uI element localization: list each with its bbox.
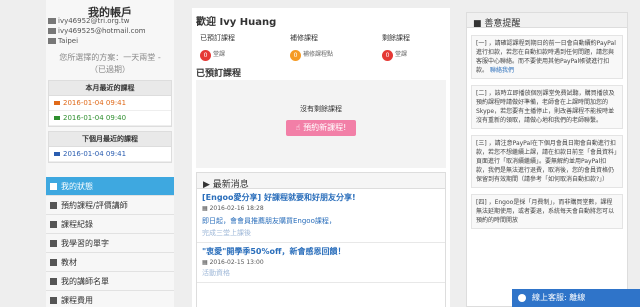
count-badge: 0 [382, 50, 393, 61]
tips-panel: ■ 善意提醒 [一] ，請確認課程到期日的前一日會自動續約PayPal進行扣款，… [466, 12, 628, 307]
news-body: 活動資格 [202, 269, 230, 277]
recent-course-item[interactable]: 2016-01-04 09:41 [49, 96, 171, 111]
stat-makeup: 補修課程 0 補修課程點 [290, 34, 334, 61]
info-icon: ■ [473, 19, 485, 29]
next-courses-header: 下個月最近的課程 [49, 132, 171, 147]
tip-card: [三] ，請注意PayPal在下個月會員日期會自動進行扣款，若您不想繼續上課，請… [471, 135, 623, 188]
home-icon [50, 183, 57, 190]
news-date: ▦ 2016-02-15 13:00 [202, 259, 264, 266]
tag-icon [54, 116, 60, 120]
live-chat-bar[interactable]: 線上客服: 離線 [512, 289, 640, 307]
nav-book-lessons[interactable]: 預約課程/評價講師 [46, 196, 174, 215]
email-primary: ivy46952@tri.org.tw [46, 16, 174, 26]
sidebar-nav: 我的狀態 預約課程/評價講師 課程紀錄 我學習的單字 教材 我的講師名單 課程費… [46, 177, 174, 307]
plan-status: 您所選擇的方案：一天兩堂 - （已過期） [59, 53, 161, 74]
location: Taipei [46, 36, 174, 46]
list-icon [50, 221, 57, 228]
nav-my-words[interactable]: 我學習的單字 [46, 234, 174, 253]
cart-icon [50, 297, 57, 304]
tag-icon [54, 152, 60, 156]
account-title: 我的帳戶 [88, 6, 132, 19]
booked-empty-box: 沒有剩餘課程 ☝ 預約新課程! [196, 80, 446, 168]
news-body: 即日起，會會員推薦朋友購買Engoo課程， [202, 217, 336, 225]
nav-fees[interactable]: 課程費用 [46, 291, 174, 307]
thumbs-up-icon: ☝ [295, 123, 304, 132]
news-header: ▶ 最新消息 [197, 173, 445, 190]
tip-card: [一] ，請確認課程到期日的前一日會自動續約PayPal進行扣款，若您在自動扣款… [471, 35, 623, 79]
location-icon [48, 38, 56, 44]
news-title-link[interactable]: [Engoo愛分享] 好課程就要和好朋友分享! [202, 192, 440, 203]
graduation-icon [50, 240, 57, 247]
megaphone-icon: ▶ [203, 180, 213, 190]
recent-course-item[interactable]: 2016-01-04 09:40 [49, 111, 171, 126]
news-date: ▦ 2016-02-16 18:28 [202, 205, 264, 212]
mail-icon [48, 28, 56, 34]
news-item: [Engoo愛分享] 好課程就要和好朋友分享! ▦ 2016-02-16 18:… [197, 189, 445, 243]
tips-header: ■ 善意提醒 [467, 13, 627, 29]
no-booking-text: 沒有剩餘課程 [300, 105, 342, 113]
recent-courses-header: 本月最近的課程 [49, 81, 171, 96]
count-badge: 0 [200, 50, 211, 61]
mail-icon [48, 18, 56, 24]
chat-status-icon [518, 294, 526, 302]
nav-lesson-history[interactable]: 課程紀錄 [46, 215, 174, 234]
nav-my-status[interactable]: 我的狀態 [46, 177, 174, 196]
users-icon [50, 278, 57, 285]
main-panel: 歡迎 Ivy Huang 已預訂課程 0 堂課 補修課程 0 補修課程點 剩餘課程 … [192, 8, 450, 307]
email-secondary: ivy469525@hotmail.com [46, 26, 174, 36]
news-panel: ▶ 最新消息 [Engoo愛分享] 好課程就要和好朋友分享! ▦ 2016-02… [196, 172, 446, 307]
tag-icon [54, 101, 60, 105]
nav-materials[interactable]: 教材 [46, 253, 174, 272]
tips-body: [一] ，請確認課程到期日的前一日會自動續約PayPal進行扣款，若您在自動扣款… [471, 35, 623, 305]
calendar-icon: ▦ [202, 205, 210, 212]
tip-card: [二] ，該時立即播放個別課堂免費試聽，購買播放及預約課程時請做好準備，老師會在… [471, 85, 623, 129]
count-badge: 0 [290, 50, 301, 61]
stat-remaining: 剩餘課程 0 堂課 [382, 34, 410, 61]
sidebar: 我的帳戶 ivy46952@tri.org.tw ivy469525@hotma… [46, 0, 174, 307]
tip-card: [四] ，Engoo是採「月費制」，而非購買堂數，課程無法延期使用，或者要退，系… [471, 194, 623, 229]
page: 我的帳戶 ivy46952@tri.org.tw ivy469525@hotma… [0, 0, 640, 307]
stat-booked: 已預訂課程 0 堂課 [200, 34, 235, 61]
check-icon [50, 202, 57, 209]
recent-courses-box: 本月最近的課程 2016-01-04 09:41 2016-01-04 09:4… [48, 80, 172, 127]
nav-my-tutors[interactable]: 我的講師名單 [46, 272, 174, 291]
book-new-lesson-button[interactable]: ☝ 預約新課程! [286, 120, 356, 136]
news-body-cont: 完成三堂上課後 [202, 229, 251, 237]
news-title-link[interactable]: "衷愛"開學季50%off，新會感恩回饋！ [202, 246, 440, 257]
news-item: "衷愛"開學季50%off，新會感恩回饋！ ▦ 2016-02-15 13:00… [197, 243, 445, 283]
puzzle-icon [50, 259, 57, 266]
welcome-title: 歡迎 Ivy Huang [196, 17, 277, 28]
booked-section-title: 已預訂課程 [196, 69, 242, 79]
next-courses-box: 下個月最近的課程 2016-01-04 09:41 [48, 131, 172, 163]
calendar-icon: ▦ [202, 259, 210, 266]
next-course-item[interactable]: 2016-01-04 09:41 [49, 147, 171, 162]
contact-us-link[interactable]: 聯絡我們 [490, 67, 514, 74]
